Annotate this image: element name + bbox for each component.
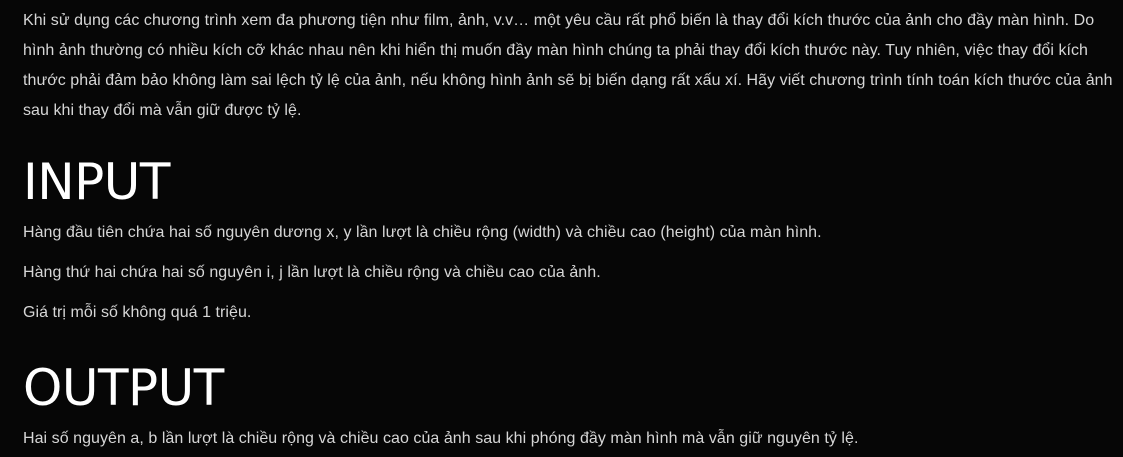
- input-line-2: Hàng thứ hai chứa hai số nguyên i, j lần…: [23, 264, 601, 281]
- input-line-1: Hàng đầu tiên chứa hai số nguyên dương x…: [23, 224, 822, 241]
- problem-content: Khi sử dụng các chương trình xem đa phươ…: [0, 0, 1113, 454]
- output-heading: OUTPUT: [23, 359, 224, 417]
- input-heading: INPUT: [23, 153, 170, 211]
- problem-statement: Khi sử dụng các chương trình xem đa phươ…: [23, 12, 1113, 119]
- input-line-3: Giá trị mỗi số không quá 1 triệu.: [23, 304, 252, 321]
- output-line-1: Hai số nguyên a, b lần lượt là chiều rộn…: [23, 430, 859, 447]
